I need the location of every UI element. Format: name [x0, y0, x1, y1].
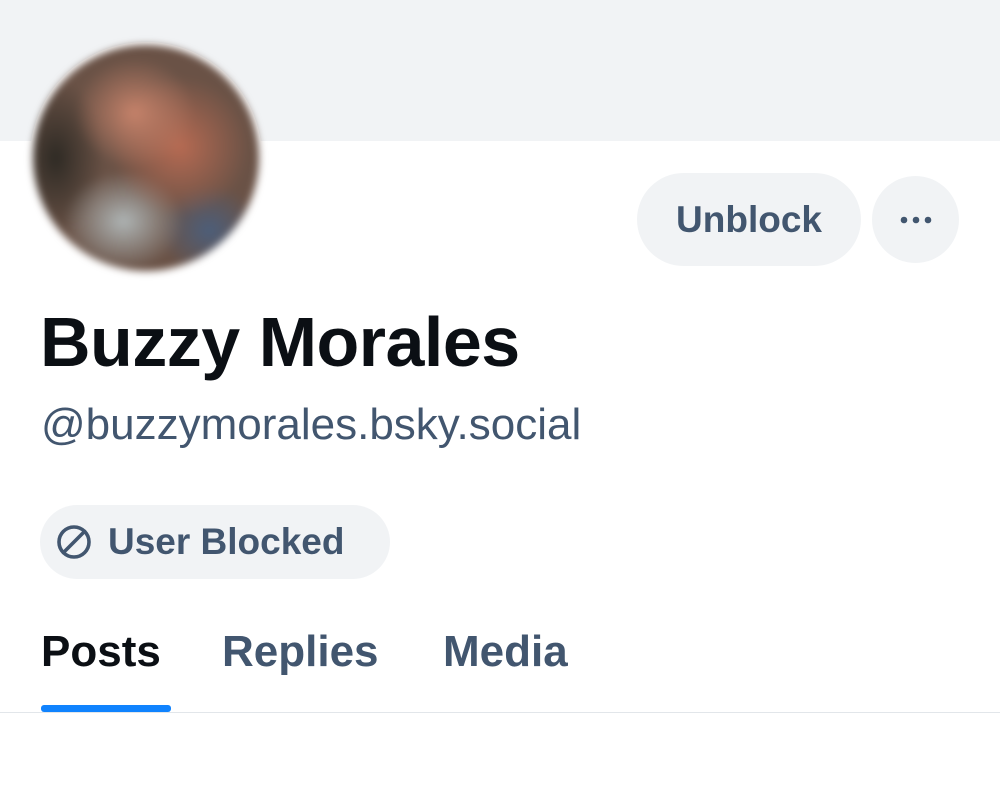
- avatar-image: [33, 45, 259, 271]
- user-handle: @buzzymorales.bsky.social: [41, 400, 582, 449]
- tab-posts[interactable]: Posts: [41, 625, 161, 679]
- tabs-divider: [0, 712, 1000, 713]
- ellipsis-icon: [900, 216, 931, 223]
- no-entry-icon: [56, 524, 92, 560]
- active-tab-indicator: [41, 705, 171, 712]
- user-blocked-badge: User Blocked: [40, 505, 390, 579]
- more-options-button[interactable]: [872, 176, 959, 263]
- display-name: Buzzy Morales: [40, 303, 520, 381]
- user-blocked-label: User Blocked: [108, 521, 345, 562]
- tab-replies[interactable]: Replies: [222, 625, 379, 679]
- tab-media[interactable]: Media: [443, 625, 568, 679]
- avatar[interactable]: [30, 42, 262, 274]
- unblock-button[interactable]: Unblock: [637, 173, 861, 266]
- profile-tabs: Posts Replies Media: [0, 605, 1000, 713]
